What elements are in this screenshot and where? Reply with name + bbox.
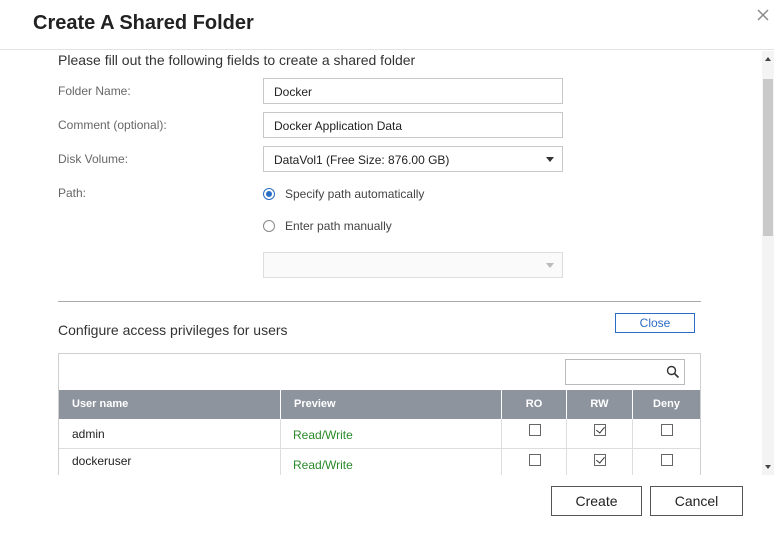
rw-checkbox[interactable] (594, 424, 606, 436)
table-header: User name Preview RO RW Deny (59, 390, 700, 419)
chevron-down-icon (546, 157, 554, 162)
ro-checkbox[interactable] (529, 454, 541, 466)
scrollbar-thumb[interactable] (763, 79, 773, 236)
radio-button[interactable] (263, 220, 275, 232)
preview-cell: Read/Write (293, 428, 353, 442)
preview-cell: Read/Write (293, 458, 353, 472)
user-name-cell: admin (72, 427, 105, 441)
deny-checkbox[interactable] (661, 424, 673, 436)
comment-input[interactable]: Docker Application Data (263, 112, 563, 138)
cancel-button[interactable]: Cancel (650, 486, 743, 516)
path-label: Path: (58, 186, 87, 200)
dialog-title: Create A Shared Folder (33, 12, 254, 34)
privileges-table: User name Preview RO RW Deny admin Read/… (58, 353, 701, 475)
vertical-scrollbar[interactable] (762, 51, 774, 475)
path-auto-option[interactable]: Specify path automatically (263, 186, 424, 202)
path-manual-option[interactable]: Enter path manually (263, 218, 392, 234)
close-icon[interactable] (754, 6, 772, 24)
path-auto-label: Specify path automatically (285, 187, 425, 201)
create-shared-folder-dialog: Create A Shared Folder Please fill out t… (0, 0, 774, 540)
disk-volume-select[interactable]: DataVol1 (Free Size: 876.00 GB) (263, 146, 563, 172)
column-header-preview: Preview (281, 390, 502, 419)
search-icon[interactable] (666, 365, 680, 379)
column-header-rw: RW (567, 390, 633, 419)
dialog-content: Please fill out the following fields to … (0, 51, 762, 475)
path-manual-label: Enter path manually (285, 219, 392, 233)
form-heading: Please fill out the following fields to … (58, 52, 416, 68)
rw-checkbox[interactable] (594, 454, 606, 466)
scroll-down-icon[interactable] (765, 465, 771, 469)
comment-label: Comment (optional): (58, 118, 167, 132)
radio-button-checked[interactable] (263, 188, 275, 200)
privileges-heading: Configure access privileges for users (58, 322, 288, 338)
ro-checkbox[interactable] (529, 424, 541, 436)
folder-name-label: Folder Name: (58, 84, 131, 98)
user-name-cell: dockeruser (72, 454, 132, 468)
table-row: dockeruser Read/Write (59, 449, 700, 475)
folder-name-input[interactable]: Docker (263, 78, 563, 104)
path-manual-select[interactable] (263, 252, 563, 278)
chevron-down-icon (546, 263, 554, 268)
dialog-title-bar: Create A Shared Folder (0, 0, 774, 50)
column-header-deny: Deny (653, 398, 680, 410)
close-privileges-button[interactable]: Close (615, 313, 695, 333)
section-divider (58, 301, 701, 302)
disk-volume-label: Disk Volume: (58, 152, 129, 166)
column-header-ro: RO (502, 390, 567, 419)
table-row: admin Read/Write (59, 419, 700, 449)
deny-checkbox[interactable] (661, 454, 673, 466)
disk-volume-value: DataVol1 (Free Size: 876.00 GB) (274, 153, 450, 167)
create-button[interactable]: Create (551, 486, 642, 516)
user-search-input[interactable] (565, 359, 685, 385)
scroll-up-icon[interactable] (765, 57, 771, 61)
column-header-user-name[interactable]: User name (59, 390, 281, 419)
